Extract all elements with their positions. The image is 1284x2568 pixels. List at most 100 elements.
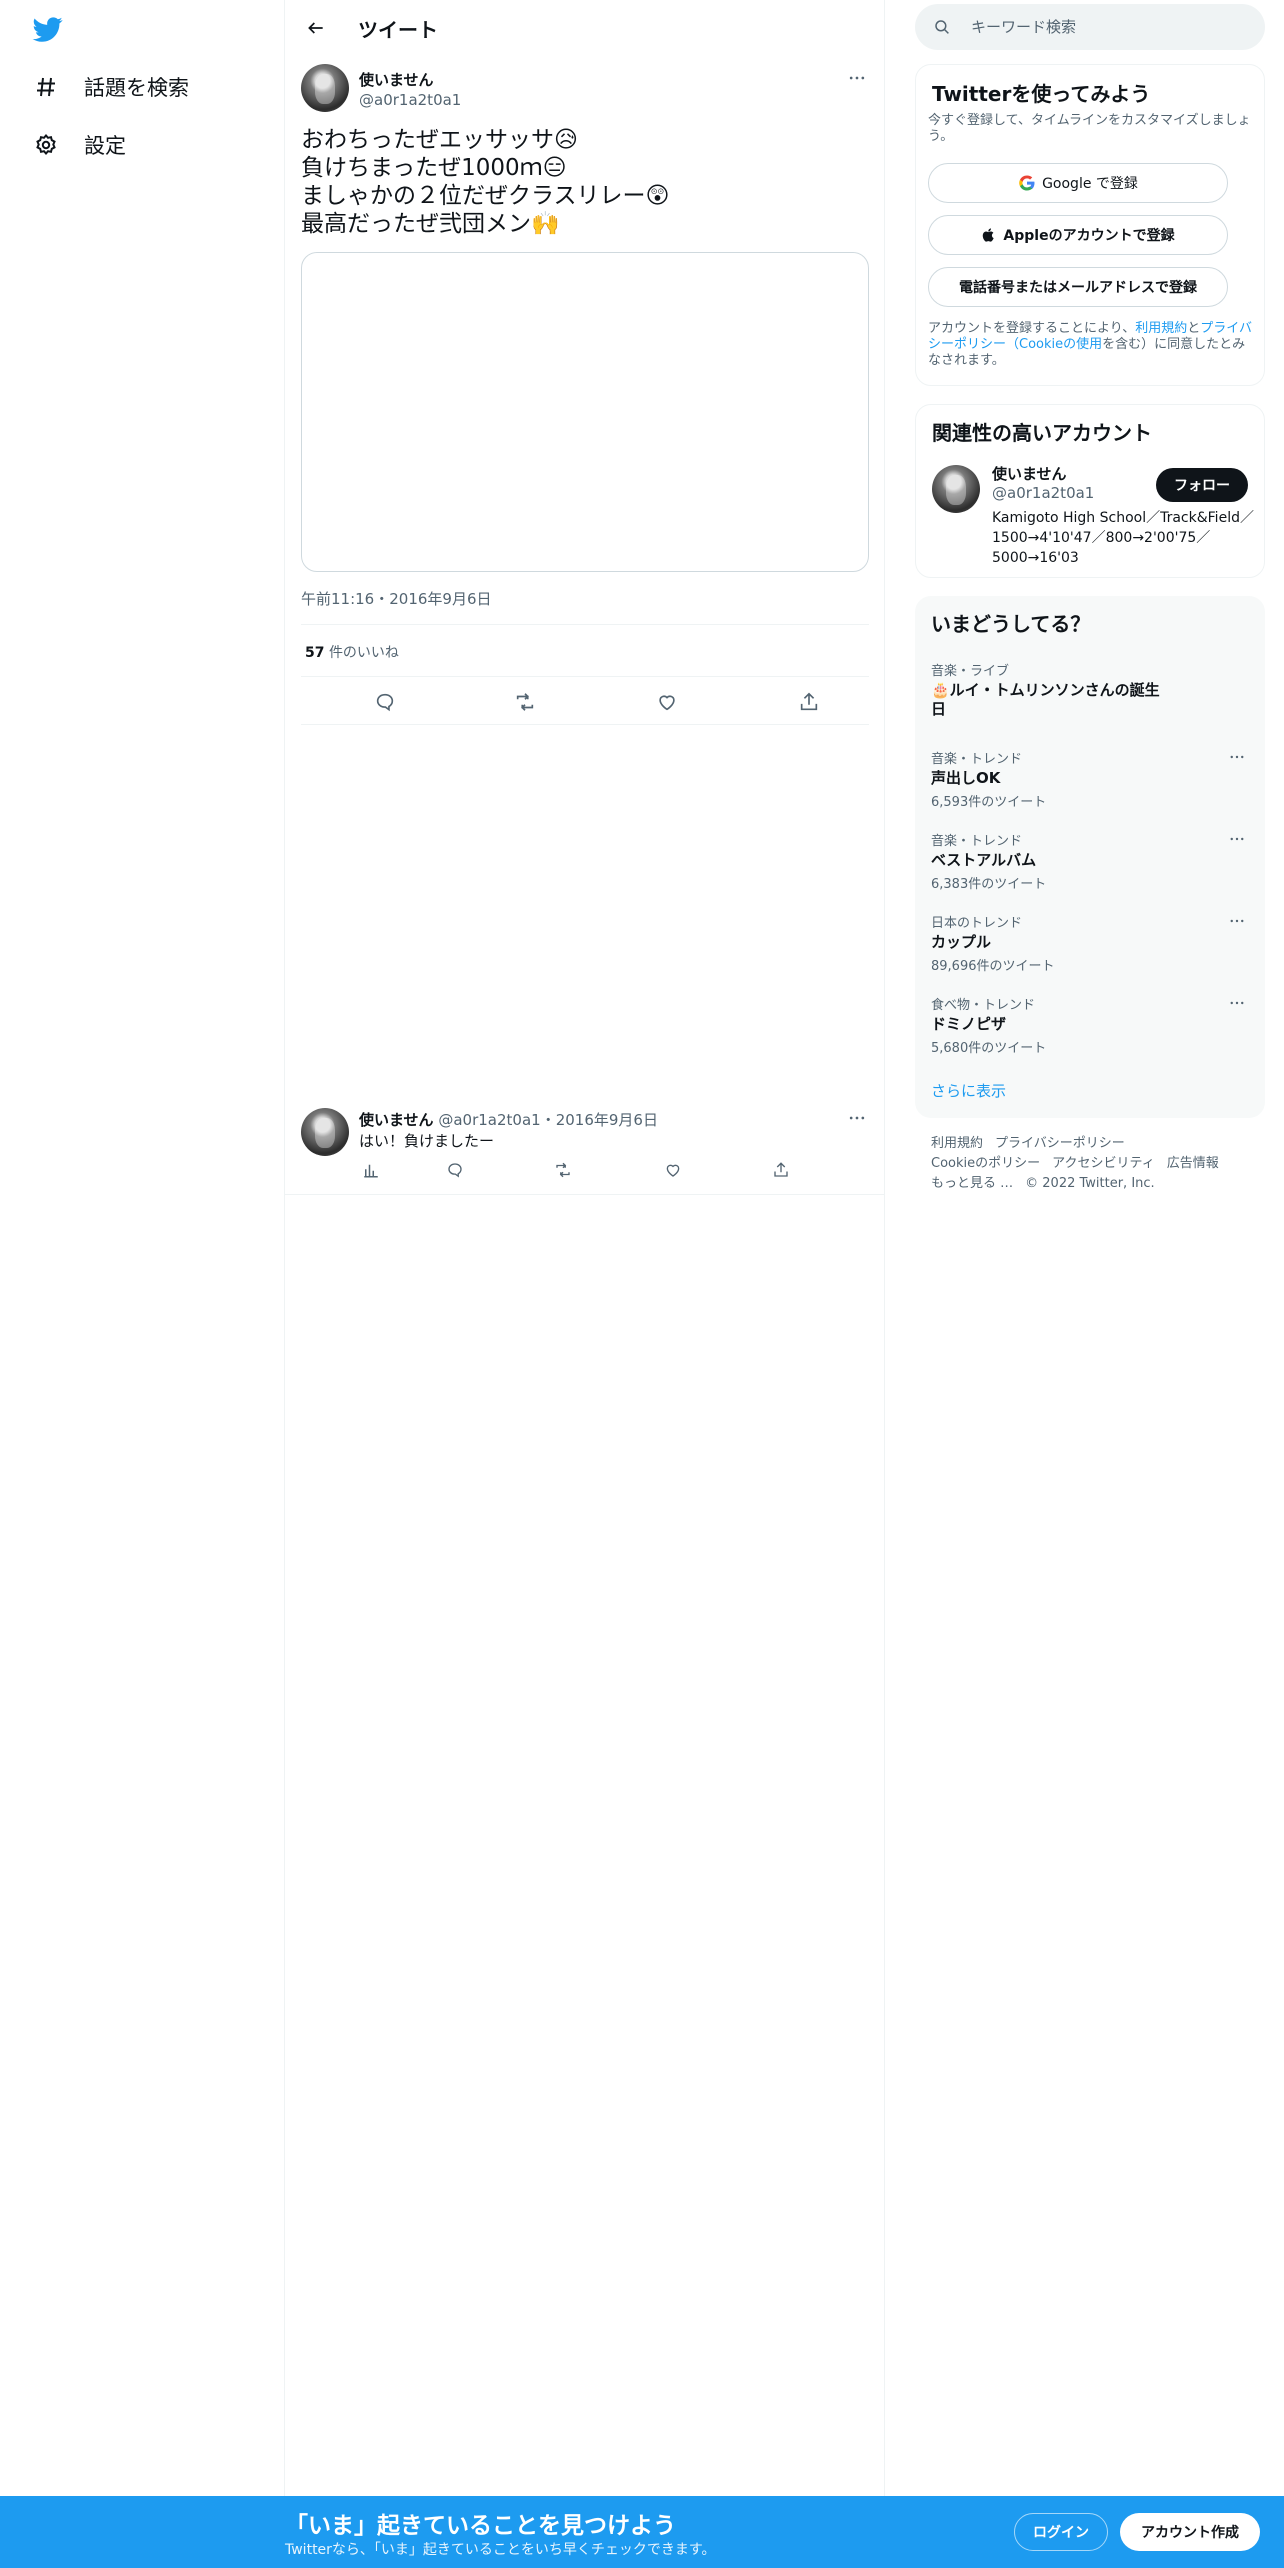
show-more-link[interactable]: さらに表示 <box>931 1080 1006 1101</box>
google-signup-button[interactable]: Google で登録 <box>928 163 1228 203</box>
trend-count: 89,696件のツイート <box>931 959 1055 974</box>
twitter-bird-icon[interactable] <box>32 14 64 44</box>
reply-actions <box>353 1160 823 1184</box>
reply-author-handle[interactable]: @a0r1a2t0a1 <box>438 1111 540 1129</box>
heart-icon[interactable] <box>663 1160 683 1180</box>
phone-email-signup-label: 電話番号またはメールアドレスで登録 <box>959 280 1197 296</box>
trend-count: 5,680件のツイート <box>931 1041 1047 1056</box>
reply-icon[interactable] <box>373 690 397 714</box>
legal-prefix: アカウントを登録することにより、 <box>928 321 1136 336</box>
page-title: ツイート <box>358 18 438 42</box>
more-icon[interactable] <box>1225 748 1249 768</box>
more-icon[interactable] <box>845 1106 869 1130</box>
footer-link[interactable]: 広告情報 <box>1167 1156 1219 1171</box>
more-icon[interactable] <box>1225 994 1249 1014</box>
nav-settings-label: 設定 <box>84 134 126 158</box>
signup-card: Twitterを使ってみよう 今すぐ登録して、タイムラインをカスタマイズしましょ… <box>915 64 1265 386</box>
trend-name: ベストアルバム <box>931 851 1037 869</box>
footer-link[interactable]: 利用規約 <box>931 1136 983 1151</box>
likes-row[interactable]: 57 件のいいね <box>305 642 399 662</box>
nav-explore[interactable]: 話題を検索 <box>32 72 189 102</box>
tweet-timestamp[interactable]: 午前11:16・2016年9月6日 <box>301 588 492 609</box>
terms-link[interactable]: 利用規約 <box>1135 321 1187 336</box>
divider <box>285 1194 885 1195</box>
reply-date[interactable]: 2016年9月6日 <box>556 1111 658 1129</box>
trend-count: 6,593件のツイート <box>931 795 1047 810</box>
related-account-handle[interactable]: @a0r1a2t0a1 <box>992 484 1094 502</box>
tweet-text: おわちったぜエッサッサ😥 負けちまったぜ1000ｍ😑 ましゃかの２位だぜクラスリ… <box>301 126 869 238</box>
search-icon <box>933 18 951 36</box>
nav-explore-label: 話題を検索 <box>84 76 189 100</box>
trend-name: 🎂ルイ・トムリンソンさんの誕生日 <box>931 681 1160 718</box>
trend-item[interactable]: 食べ物・トレンド ドミノピザ 5,680件のツイート <box>931 994 1249 1056</box>
trend-category: 音楽・トレンド <box>931 834 1023 849</box>
heart-icon[interactable] <box>655 690 679 714</box>
avatar[interactable] <box>301 1108 349 1156</box>
trend-name: 声出しOK <box>931 769 1001 787</box>
reply-tweet[interactable]: 使いません @a0r1a2t0a1・2016年9月6日 はい！負けましたー <box>301 1106 869 1186</box>
related-accounts-card: 関連性の高いアカウント 使いません @a0r1a2t0a1 フォロー Kamig… <box>915 404 1265 578</box>
author-name[interactable]: 使いません <box>359 69 461 90</box>
left-nav: 話題を検索 設定 <box>0 0 285 2496</box>
retweet-icon[interactable] <box>513 690 537 714</box>
footer-links: 利用規約 プライバシーポリシー Cookieのポリシー アクセシビリティ 広告情報 も… <box>931 1134 1261 1194</box>
follow-button[interactable]: フォロー <box>1156 468 1248 502</box>
share-icon[interactable] <box>771 1160 791 1180</box>
trend-category: 食べ物・トレンド <box>931 998 1036 1013</box>
avatar[interactable] <box>301 64 349 112</box>
footer-link[interactable]: Cookieのポリシー <box>931 1156 1040 1171</box>
trend-name: ドミノピザ <box>931 1015 1007 1033</box>
tweet-line: 負けちまったぜ1000ｍ😑 <box>301 155 567 181</box>
trend-category: 音楽・トレンド <box>931 752 1023 767</box>
trend-category: 音楽・ライブ <box>931 664 1010 679</box>
legal-text: アカウントを登録することにより、利用規約とプライバシーポリシー（Cookieの使… <box>928 321 1254 369</box>
reply-text: はい！負けましたー <box>359 1132 495 1150</box>
nav-settings[interactable]: 設定 <box>32 130 126 160</box>
bottom-bar-title: 「いま」起きていることを見つけよう <box>285 2513 676 2539</box>
footer-link[interactable]: アクセシビリティ <box>1052 1156 1155 1171</box>
tweet-author[interactable]: 使いません @a0r1a2t0a1 <box>359 69 461 109</box>
more-icon[interactable] <box>845 66 869 90</box>
main-column: ツイート 使いません @a0r1a2t0a1 おわちったぜエッサッサ😥 負けちま… <box>285 0 885 2496</box>
legal-and: と <box>1187 321 1201 336</box>
retweet-icon[interactable] <box>553 1160 573 1180</box>
tweet-line: おわちったぜエッサッサ😥 <box>301 127 578 153</box>
login-button[interactable]: ログイン <box>1014 2513 1108 2551</box>
hashtag-icon <box>32 73 60 101</box>
trend-item[interactable]: 音楽・トレンド ベストアルバム 6,383件のツイート <box>931 830 1249 892</box>
reply-author-name[interactable]: 使いません <box>359 1111 434 1129</box>
copyright: © 2022 Twitter, Inc. <box>1025 1176 1155 1191</box>
footer-link[interactable]: プライバシーポリシー <box>995 1136 1125 1151</box>
reply-separator: ・ <box>540 1111 556 1129</box>
google-icon <box>1018 174 1036 192</box>
reply-icon[interactable] <box>445 1160 465 1180</box>
tweet-line: ましゃかの２位だぜクラスリレー😲 <box>301 183 670 209</box>
likes-label: 件のいいね <box>328 645 399 661</box>
google-signup-label: Google で登録 <box>1042 176 1138 192</box>
trend-item[interactable]: 音楽・トレンド 声出しOK 6,593件のツイート <box>931 748 1249 810</box>
apple-signup-button[interactable]: Appleのアカウントで登録 <box>928 215 1228 255</box>
trends-card: いまどうしてる？ 音楽・ライブ 🎂ルイ・トムリンソンさんの誕生日 音楽・トレンド… <box>915 596 1265 1118</box>
share-icon[interactable] <box>797 690 821 714</box>
more-icon[interactable] <box>1225 830 1249 850</box>
related-account-name[interactable]: 使いません <box>992 463 1067 484</box>
divider <box>301 676 869 677</box>
tweet-media[interactable] <box>301 252 869 572</box>
analytics-icon[interactable] <box>361 1160 381 1180</box>
gear-icon <box>32 131 60 159</box>
trend-item[interactable]: 日本のトレンド カップル 89,696件のツイート <box>931 912 1249 974</box>
search-bar[interactable] <box>915 4 1265 50</box>
signup-subtitle: 今すぐ登録して、タイムラインをカスタマイズしましょう。 <box>928 113 1251 144</box>
trend-item[interactable]: 音楽・ライブ 🎂ルイ・トムリンソンさんの誕生日 <box>931 660 1249 719</box>
phone-email-signup-button[interactable]: 電話番号またはメールアドレスで登録 <box>928 267 1228 307</box>
likes-count: 57 <box>305 645 325 661</box>
more-icon[interactable] <box>1225 912 1249 932</box>
back-arrow-icon[interactable] <box>301 13 331 43</box>
apple-signup-label: Appleのアカウントで登録 <box>1003 228 1175 244</box>
search-input[interactable] <box>971 4 1251 50</box>
footer-link[interactable]: もっと見る … <box>931 1176 1013 1191</box>
create-account-button[interactable]: アカウント作成 <box>1120 2513 1260 2551</box>
trends-title: いまどうしてる？ <box>931 612 1091 636</box>
author-handle[interactable]: @a0r1a2t0a1 <box>359 91 461 109</box>
avatar[interactable] <box>932 465 980 513</box>
